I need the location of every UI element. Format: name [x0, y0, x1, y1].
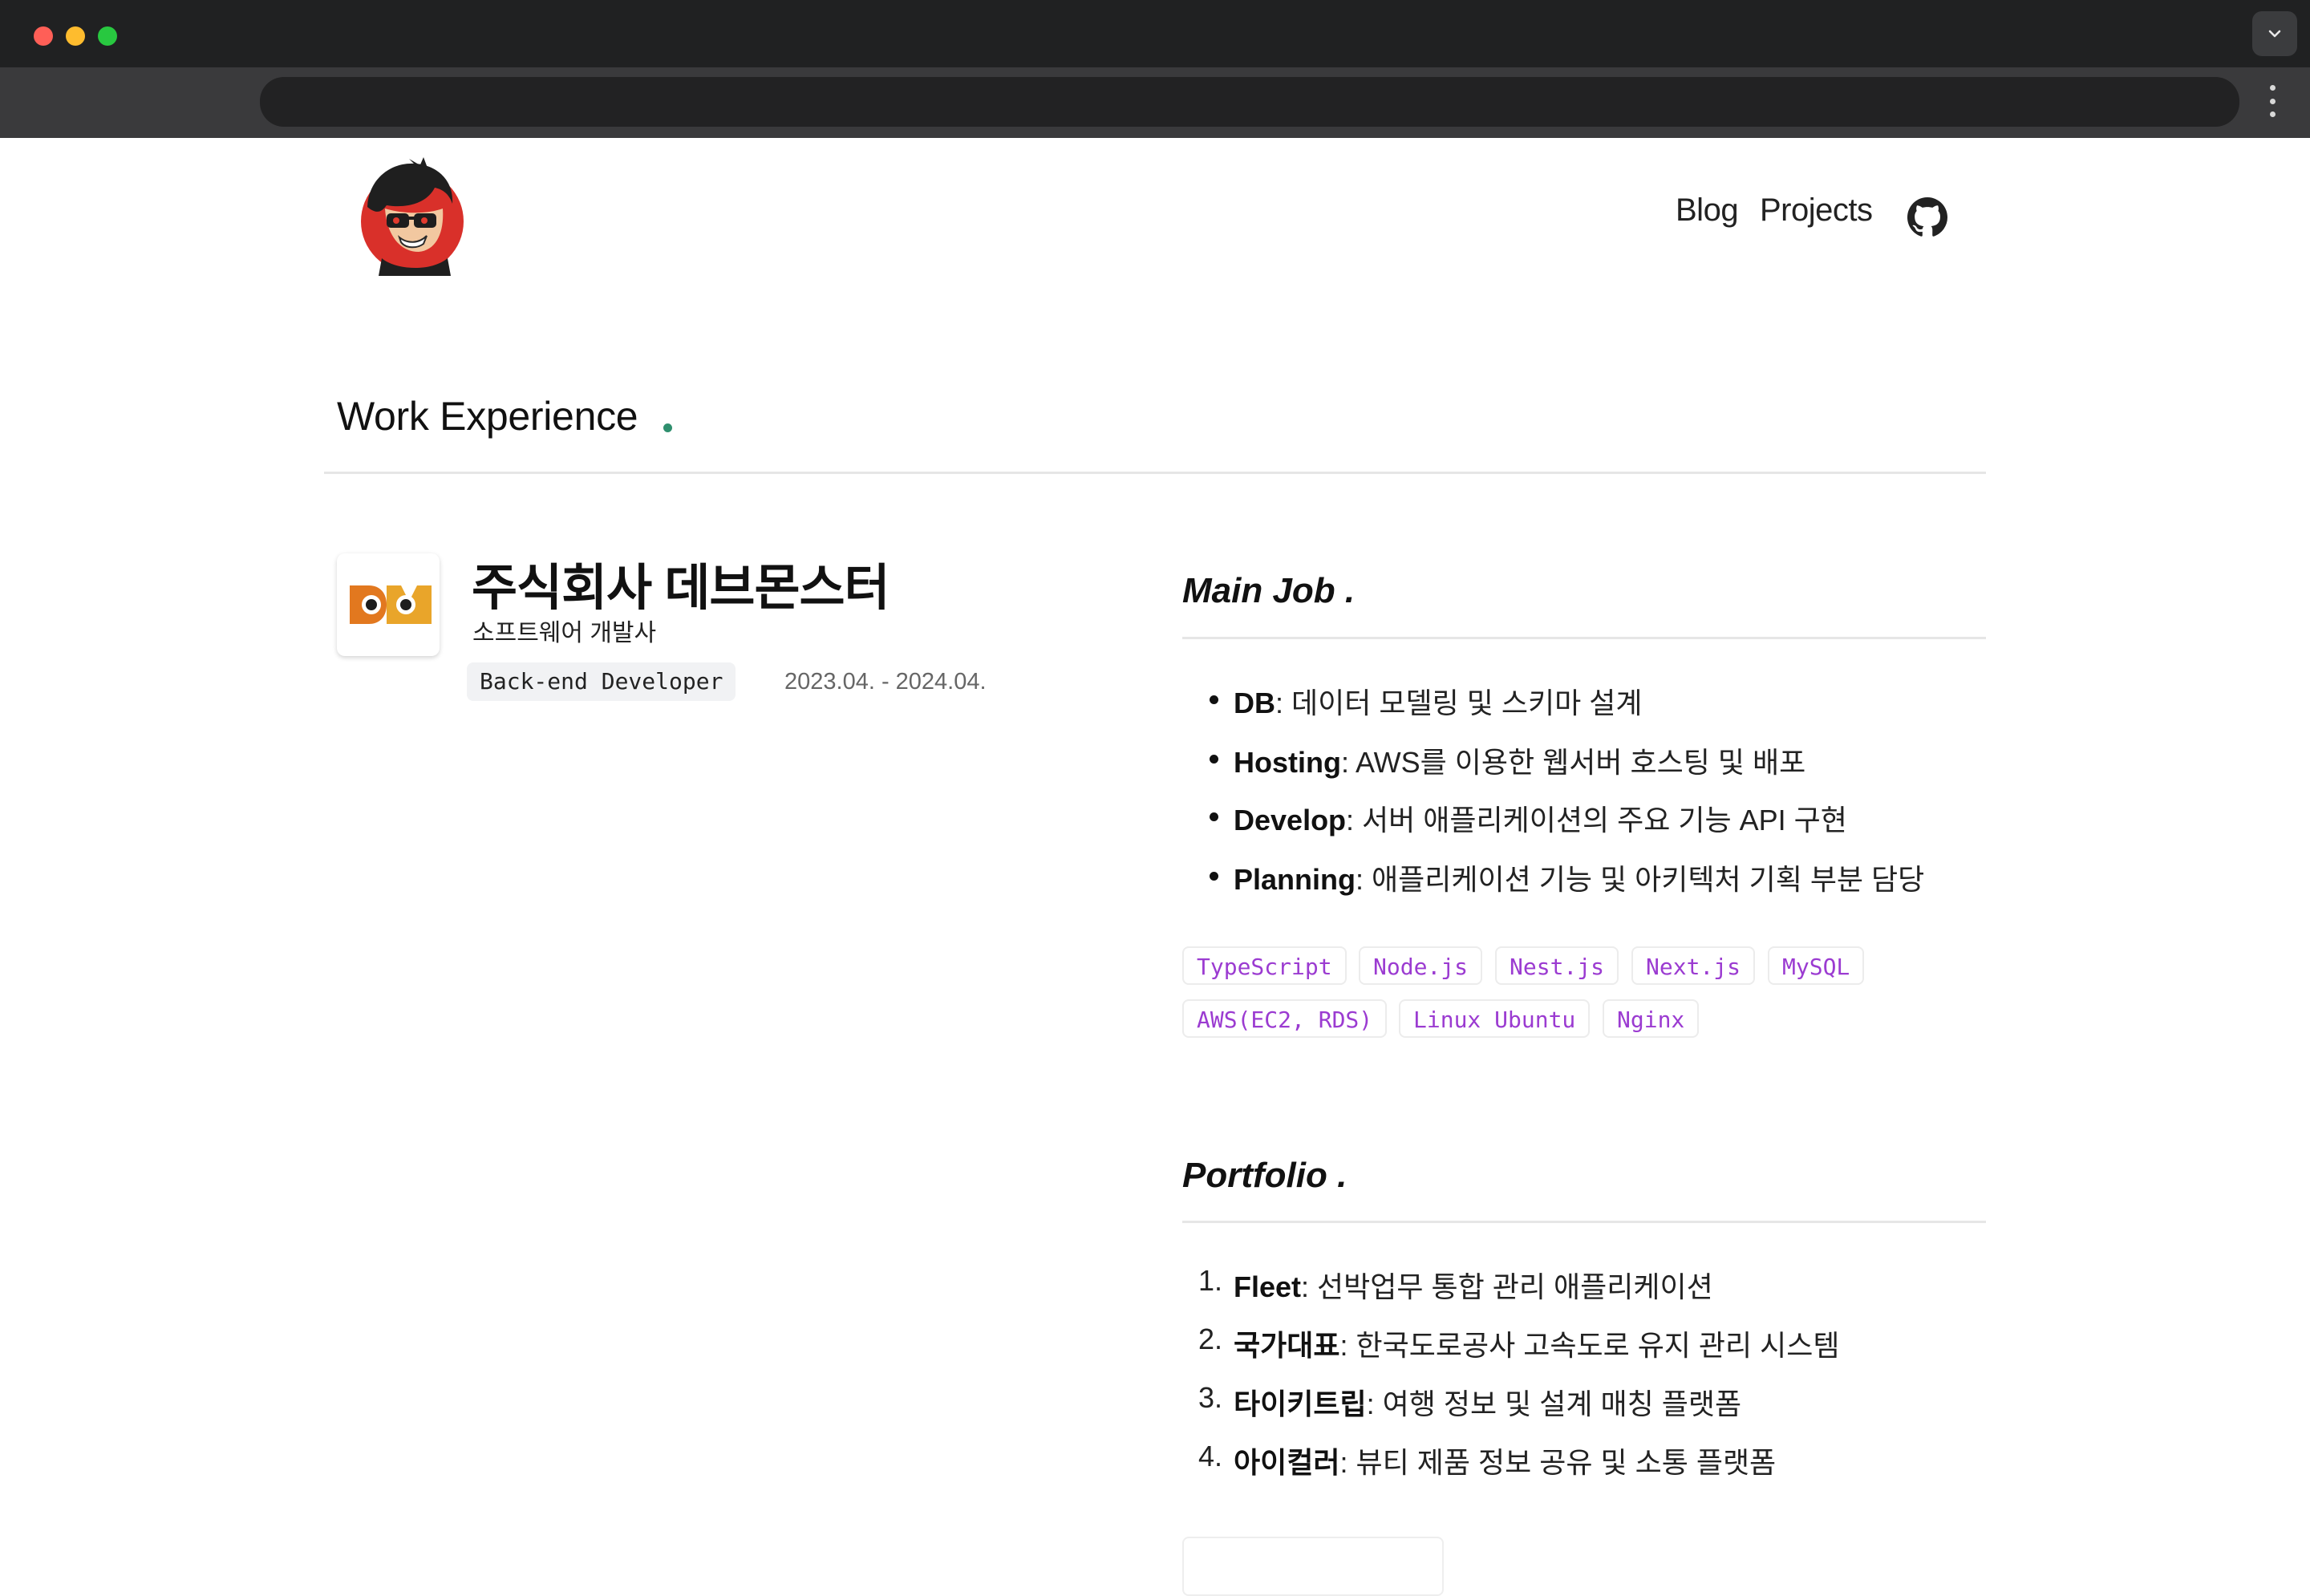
company-logo	[337, 553, 440, 656]
kebab-icon[interactable]	[2267, 85, 2278, 117]
maximize-window-button[interactable]	[98, 26, 117, 46]
tab-list-button[interactable]	[2252, 11, 2297, 56]
chevron-down-icon	[2268, 30, 2281, 38]
portfolio-title: Portfolio .	[1182, 1156, 1348, 1195]
bullet	[1210, 755, 1218, 764]
bullet	[1210, 812, 1218, 821]
job-text: : AWS를 이용한 웹서버 호스팅 및 배포	[1340, 746, 1806, 779]
tech-tag: Nest.js	[1495, 946, 1619, 985]
portfolio-text: : 한국도로공사 고속도로 유지 관리 시스템	[1339, 1329, 1840, 1362]
job-text: : 데이터 모델링 및 스키마 설계	[1275, 687, 1643, 719]
job-key: Develop	[1234, 804, 1347, 836]
item-number: 3.	[1198, 1381, 1223, 1414]
top-nav: Blog Projects	[0, 192, 2310, 241]
github-icon	[1907, 197, 1947, 237]
minimize-window-button[interactable]	[66, 26, 85, 46]
browser-titlebar	[0, 0, 2310, 67]
bullet	[1210, 695, 1218, 704]
section-divider	[324, 472, 1986, 474]
job-text: : 서버 애플리케이션의 주요 기능 API 구현	[1346, 804, 1847, 836]
portfolio-key: Fleet	[1234, 1270, 1302, 1303]
portfolio-key: 국가대표	[1234, 1329, 1340, 1362]
item-number: 4.	[1198, 1440, 1223, 1472]
job-key: Hosting	[1234, 746, 1341, 779]
tech-tag: MySQL	[1768, 946, 1865, 985]
section-title: Work Experience	[337, 394, 638, 439]
close-window-button[interactable]	[34, 26, 53, 46]
bullet	[1210, 872, 1218, 881]
nav-blog[interactable]: Blog	[1676, 192, 1739, 229]
portfolio-card[interactable]	[1182, 1537, 1444, 1596]
tech-tag: AWS(EC2, RDS)	[1182, 999, 1388, 1038]
portfolio-text: : 뷰티 제품 정보 공유 및 소통 플랫폼	[1339, 1446, 1777, 1479]
main-job-divider	[1182, 637, 1986, 639]
job-text: : 애플리케이션 기능 및 아키텍처 기획 부분 담당	[1356, 863, 1925, 896]
address-bar[interactable]	[260, 77, 2239, 127]
tech-tag: Next.js	[1631, 946, 1756, 985]
tech-tag: Nginx	[1603, 999, 1700, 1038]
tech-tag: TypeScript	[1182, 946, 1347, 985]
tech-tag: Node.js	[1359, 946, 1483, 985]
item-number: 2.	[1198, 1323, 1223, 1355]
github-link[interactable]	[1907, 197, 1947, 237]
main-job-title: Main Job .	[1182, 571, 1356, 610]
job-key: DB	[1234, 687, 1275, 719]
company-type: 소프트웨어 개발사	[472, 620, 657, 646]
portfolio-divider	[1182, 1221, 1986, 1223]
portfolio-key: 아이컬러	[1234, 1446, 1340, 1479]
role-badge: Back-end Developer	[467, 662, 736, 701]
portfolio-text: : 여행 정보 및 설계 매칭 플랫폼	[1366, 1387, 1742, 1420]
item-number: 1.	[1198, 1264, 1223, 1297]
job-key: Planning	[1234, 863, 1356, 896]
portfolio-text: : 선박업무 통합 관리 애플리케이션	[1301, 1270, 1713, 1303]
section-title-accent-dot	[663, 423, 672, 432]
company-name: 주식회사 데브몬스터	[472, 561, 890, 616]
tech-tag: Linux Ubuntu	[1399, 999, 1591, 1038]
devmonster-logo	[350, 585, 432, 624]
nav-projects[interactable]: Projects	[1760, 192, 1873, 229]
employment-period: 2023.04. - 2024.04.	[784, 669, 987, 695]
portfolio-key: 타이키트립	[1234, 1387, 1367, 1420]
